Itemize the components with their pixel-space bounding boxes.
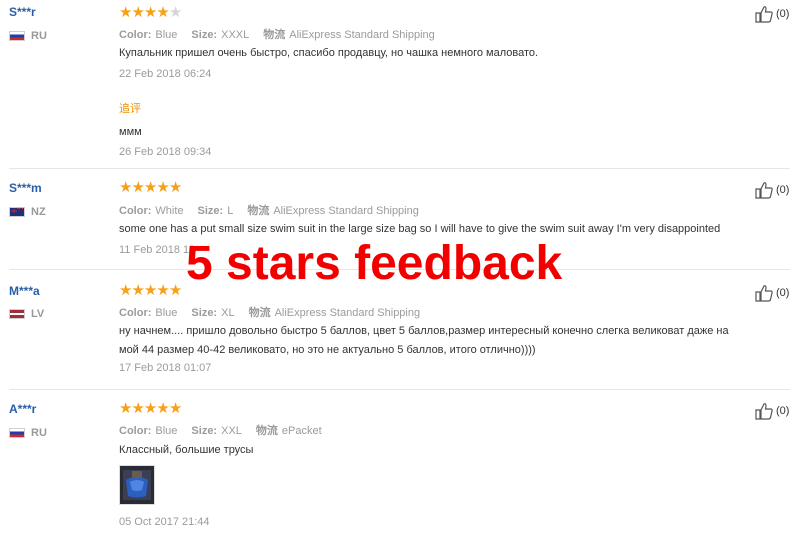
star-filled-icon: ★ <box>131 282 144 299</box>
helpful-count: (0) <box>776 405 790 417</box>
flag-nz-icon <box>9 204 25 217</box>
star-rating: ★★★★★ <box>119 400 182 417</box>
order-info: Color: Blue Size: XXL 物流 ePacket <box>119 425 322 437</box>
helpful-count: (0) <box>776 184 790 196</box>
review-date: 22 Feb 2018 06:24 <box>119 68 212 80</box>
reviewer-country: RU <box>9 30 47 42</box>
star-filled-icon: ★ <box>143 400 157 417</box>
star-filled-icon: ★ <box>119 282 132 299</box>
review-date: 05 Oct 2017 21:44 <box>119 516 210 528</box>
review-date: 17 Feb 2018 01:07 <box>119 362 212 374</box>
reviewer-name[interactable]: S***r <box>9 5 36 19</box>
review-text: Купальник пришел очень быстро, спасибо п… <box>119 47 539 59</box>
star-filled-icon: ★ <box>131 400 144 417</box>
star-filled-icon: ★ <box>131 4 144 21</box>
reviewer-name[interactable]: S***m <box>9 181 42 195</box>
star-filled-icon: ★ <box>168 282 182 299</box>
promo-overlay-text: 5 stars feedback <box>186 237 563 290</box>
helpful-button[interactable]: (0) <box>754 181 789 199</box>
reviews-page: S***r RU ★★★★★ Color: Blue Size: XXXL 物流 AliE… <box>0 0 800 538</box>
star-filled-icon: ★ <box>156 179 169 196</box>
order-info: Color: White Size: L 物流 AliExpress Standard S… <box>119 205 419 217</box>
star-empty-icon: ★ <box>168 4 182 21</box>
country-code: LV <box>31 308 45 320</box>
helpful-button[interactable]: (0) <box>754 402 789 420</box>
additional-feedback-text: ммм <box>119 126 142 138</box>
order-info: Color: Blue Size: XXXL 物流 AliExpress Standard… <box>119 29 435 41</box>
swimsuit-photo-image <box>120 466 154 504</box>
divider <box>9 389 790 390</box>
star-filled-icon: ★ <box>168 400 182 417</box>
star-filled-icon: ★ <box>143 4 157 21</box>
helpful-count: (0) <box>776 287 790 299</box>
reviewer-country: RU <box>9 427 47 439</box>
star-rating: ★★★★★ <box>119 179 182 196</box>
flag-ru-icon <box>9 31 25 41</box>
star-rating: ★★★★★ <box>119 282 182 299</box>
star-filled-icon: ★ <box>131 179 144 196</box>
star-filled-icon: ★ <box>119 400 132 417</box>
review-date: 11 Feb 2018 18 <box>119 244 196 256</box>
star-filled-icon: ★ <box>168 179 182 196</box>
review-text-line-1: ну начнем.... пришло довольно быстро 5 б… <box>119 325 729 337</box>
country-code: RU <box>31 30 47 42</box>
reviewer-country: NZ <box>9 204 46 218</box>
star-filled-icon: ★ <box>143 282 157 299</box>
thumbs-up-icon <box>755 6 773 23</box>
reviewer-name[interactable]: M***a <box>9 284 40 298</box>
thumbs-up-icon <box>755 182 773 199</box>
star-filled-icon: ★ <box>119 4 132 21</box>
order-info: Color: Blue Size: XL 物流 AliExpress Standard S… <box>119 307 421 319</box>
star-rating: ★★★★★ <box>119 4 182 21</box>
reviewer-name[interactable]: A***r <box>9 402 36 416</box>
review-photo-thumbnail[interactable] <box>119 465 155 505</box>
helpful-button[interactable]: (0) <box>754 5 789 23</box>
divider <box>9 168 790 169</box>
thumbs-up-icon <box>755 403 773 420</box>
additional-feedback-date: 26 Feb 2018 09:34 <box>119 146 212 158</box>
star-filled-icon: ★ <box>156 4 169 21</box>
review-text-line-2: мой 44 размер 40-42 великовато, но это н… <box>119 344 536 356</box>
country-code: NZ <box>31 206 46 218</box>
star-filled-icon: ★ <box>143 179 157 196</box>
helpful-count: (0) <box>776 8 790 20</box>
thumbs-up-icon <box>755 285 773 302</box>
star-filled-icon: ★ <box>119 179 132 196</box>
flag-lv-icon <box>9 309 25 319</box>
country-code: RU <box>31 427 47 439</box>
flag-ru-icon <box>9 428 25 438</box>
helpful-button[interactable]: (0) <box>754 284 789 302</box>
review-text: Классный, большие трусы <box>119 444 254 456</box>
star-filled-icon: ★ <box>156 400 169 417</box>
star-filled-icon: ★ <box>156 282 169 299</box>
additional-feedback-label: 追评 <box>119 103 141 115</box>
reviewer-country: LV <box>9 308 44 320</box>
